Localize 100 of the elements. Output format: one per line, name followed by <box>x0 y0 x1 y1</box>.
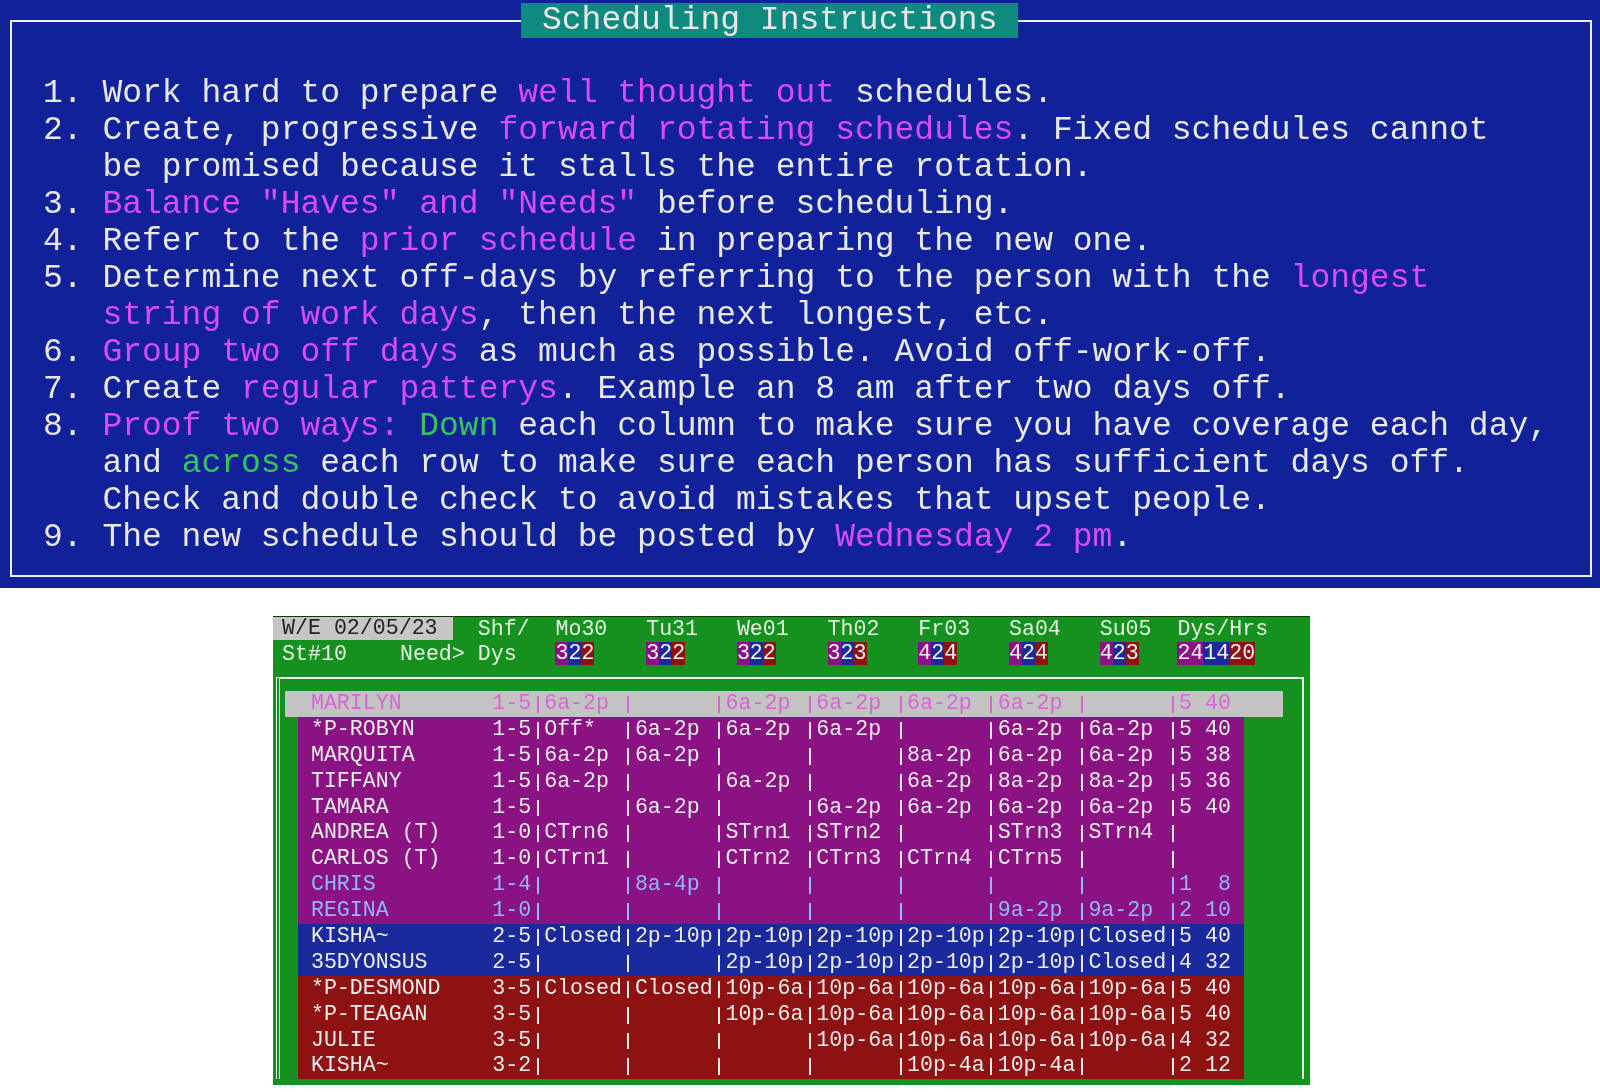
hours-cell: 40 <box>1205 716 1231 743</box>
schedule-row[interactable]: CHRIS 1-4 8a-4p 1 8 <box>298 872 1244 899</box>
schedule-cell: 6a-2p <box>984 742 1076 769</box>
schedule-row[interactable]: MARQUITA 1-5 6a-2p 6a-2p 8a-2p 6a-2p 6a-2p 5 38 <box>298 742 1244 769</box>
instruction-text: The new schedule should be posted by Wednesday 2 pm. <box>102 519 1133 556</box>
schedule-cell: 6a-2p <box>531 768 622 795</box>
schedule-row[interactable]: *P-TEAGAN 3-5 10p-6a 10p-6a 10p-6a 10p-6a 10p-6a 5 40 <box>298 1001 1244 1028</box>
need-count: 24 <box>1177 642 1204 666</box>
name-cell-text: TIFFANY <box>310 768 403 795</box>
name-cell-text: 35DYONSUS <box>310 949 429 976</box>
item-number: 3. <box>43 186 84 223</box>
schedule-row[interactable]: 35DYONSUS 2-5 2p-10p 2p-10p 2p-10p 2p-10p Closed 4 32 <box>298 949 1244 976</box>
schedule-cell: 10p-6a <box>894 1027 985 1054</box>
shift-cell: 1-0 <box>492 898 532 924</box>
need-count: 2 <box>581 642 595 666</box>
need-count: 14 <box>1203 642 1230 666</box>
schedule-cell: 6a-2p <box>803 716 895 743</box>
hours-cell: 40 <box>1205 691 1231 717</box>
hours-cell: 40 <box>1205 1001 1231 1028</box>
name-cell-text: CARLOS (T) <box>310 846 442 873</box>
name-cell-text: *P-DESMOND <box>310 975 442 1002</box>
item-number: 8. <box>43 408 84 447</box>
schedule-cell: CTrn6 <box>531 820 622 847</box>
shift-header: Shf/ <box>477 617 531 642</box>
schedule-cell: STrn3 <box>984 820 1076 847</box>
item-number: 4. <box>43 223 84 260</box>
schedule-cell: 10p-6a <box>712 1001 804 1028</box>
item-number: 2. <box>43 112 84 151</box>
schedule-row[interactable]: ANDREA (T) 1-0 CTrn6 STrn1 STrn2 STrn3 STrn4 <box>298 820 1244 847</box>
days-cell: 4 <box>1179 1027 1193 1054</box>
schedule-cell: 10p-6a <box>894 1001 985 1028</box>
totals-header: Dys/Hrs <box>1177 617 1269 642</box>
schedule-row[interactable]: CARLOS (T) 1-0 CTrn1 CTrn2 CTrn3 CTrn4 CTrn5 <box>298 846 1244 873</box>
schedule-cell: 6a-2p <box>984 716 1076 743</box>
schedule-cell: 2p-10p <box>984 949 1076 976</box>
schedule-cell: 8a-2p <box>1075 768 1167 795</box>
schedule-cell: 6a-2p <box>1075 742 1167 769</box>
need-count: 3 <box>555 642 569 666</box>
schedule-cell: 6a-2p <box>712 716 804 743</box>
schedule-cell: 10p-6a <box>712 975 804 1002</box>
schedule-row[interactable]: JULIE 3-5 10p-6a 10p-6a 10p-6a 10p-6a 4 32 <box>298 1027 1244 1054</box>
schedule-cell: 2p-10p <box>712 949 804 976</box>
schedule-row[interactable]: TIFFANY 1-5 6a-2p 6a-2p 6a-2p 8a-2p 8a-2p 5 36 <box>298 768 1244 795</box>
name-cell-text: TAMARA <box>310 794 390 821</box>
shift-cell: 3-5 <box>492 1001 532 1028</box>
schedule-row[interactable]: KISHA~ 2-5 Closed 2p-10p 2p-10p 2p-10p 2p-10p 2p-10p Closed 5 40 <box>298 924 1244 950</box>
item-number: 1. <box>43 75 84 112</box>
name-cell-text: CHRIS <box>310 872 377 899</box>
schedule-cell: 6a-2p <box>984 691 1076 717</box>
name-cell-text: KISHA~ <box>310 924 390 950</box>
schedule-cell: 6a-2p <box>621 742 713 769</box>
schedule-cell: 10p-6a <box>803 1001 895 1028</box>
schedule-cell: 6a-2p <box>894 794 985 821</box>
days-cell: 4 <box>1179 949 1193 976</box>
shift-cell: 1-4 <box>492 872 532 899</box>
schedule-cell: 2p-10p <box>621 924 713 950</box>
schedule-cell: STrn2 <box>803 820 895 847</box>
schedule-cell: 6a-2p <box>894 691 985 717</box>
hours-cell: 40 <box>1205 975 1231 1002</box>
schedule-cell: 6a-2p <box>712 768 804 795</box>
schedule-cell: 8a-2p <box>984 768 1076 795</box>
name-cell-text: ANDREA (T) <box>310 820 442 847</box>
shift-cell: 1-5 <box>492 768 532 795</box>
schedule-cell: 2p-10p <box>803 949 895 976</box>
schedule-cell: 6a-2p <box>1075 794 1167 821</box>
days-cell: 5 <box>1179 975 1193 1002</box>
schedule-cell: 2p-10p <box>712 924 804 950</box>
schedule-cell: 8a-2p <box>894 742 985 769</box>
hours-cell: 32 <box>1205 1027 1231 1054</box>
schedule-cell: Closed <box>621 975 713 1002</box>
shift-cell: 1-5 <box>492 691 532 717</box>
name-cell-text: JULIE <box>310 1027 377 1054</box>
schedule-cell: 2p-10p <box>984 924 1076 950</box>
schedule-cell: 10p-6a <box>803 1027 895 1054</box>
shift-cell: 3-2 <box>492 1053 532 1080</box>
schedule-cell: 9a-2p <box>984 898 1076 924</box>
schedule-row[interactable]: KISHA~ 3-2 10p-4a 10p-4a 2 12 <box>298 1053 1244 1080</box>
days-header: Dys <box>477 641 518 666</box>
instruction-text: Work hard to prepare well thought out schedules. <box>102 75 1053 112</box>
schedule-cell: 6a-2p <box>531 742 622 769</box>
instruction-text: Balance "Haves" and "Needs" before scheduling. <box>102 186 1014 223</box>
name-cell-text: *P-ROBYN <box>310 716 416 743</box>
instruction-text: Proof two ways: Down each column to make sure you have coverage each day, and across each row to make sure each person has sufficient days off. Check and double check to avoid mistakes that upset people. <box>102 408 1549 519</box>
shift-cell: 1-5 <box>492 716 532 743</box>
schedule-cell: 10p-6a <box>1075 1001 1167 1028</box>
instruction-text: Refer to the prior schedule in preparing the new one. <box>102 223 1152 260</box>
day-header: Fr03 <box>918 617 972 642</box>
schedule-cell: 10p-6a <box>984 975 1076 1002</box>
hours-cell: 32 <box>1205 949 1231 976</box>
schedule-row[interactable]: REGINA 1-0 9a-2p 9a-2p 2 10 <box>298 898 1244 924</box>
day-header: Mo30 <box>555 617 609 642</box>
schedule-row[interactable]: *P-ROBYN 1-5 Off* 6a-2p 6a-2p 6a-2p 6a-2p 6a-2p 5 40 <box>298 716 1244 743</box>
store-label: St#10 <box>281 641 348 666</box>
schedule-row[interactable]: *P-DESMOND 3-5 Closed Closed 10p-6a 10p-6a 10p-6a 10p-6a 10p-6a 5 40 <box>298 975 1244 1002</box>
need-count: 3 <box>736 642 750 666</box>
schedule-cell: CTrn4 <box>894 846 985 873</box>
need-count: 2 <box>931 642 945 666</box>
name-cell-text: *P-TEAGAN <box>310 1001 429 1028</box>
schedule-row[interactable]: TAMARA 1-5 6a-2p 6a-2p 6a-2p 6a-2p 6a-2p 5 40 <box>298 794 1244 821</box>
schedule-cell: 6a-2p <box>984 794 1076 821</box>
